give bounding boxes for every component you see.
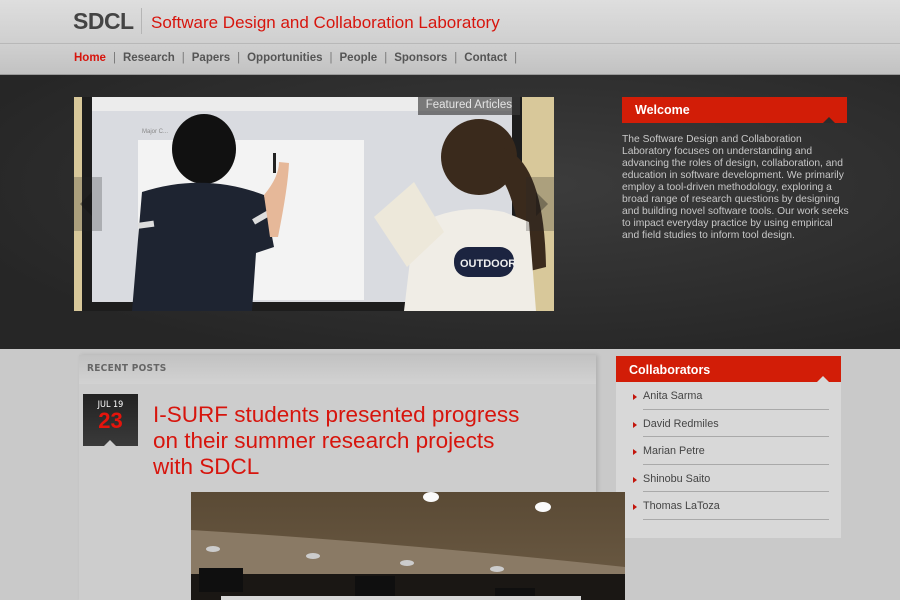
featured-band: Major C... OUTDOOR Featured Articles Wel…	[0, 75, 900, 349]
collaborator-name[interactable]: Shinobu Saito	[643, 473, 710, 485]
nav-separator: |	[329, 52, 333, 64]
chevron-right-icon	[536, 192, 548, 216]
divider	[643, 518, 829, 520]
post-day: 23	[98, 408, 123, 433]
post-date-badge: JUL 19 23	[83, 394, 138, 446]
nav-link-contact[interactable]: Contact	[464, 52, 507, 64]
collaborator-item[interactable]: Thomas LaToza	[632, 492, 829, 520]
site-logo[interactable]: SDCL	[73, 8, 134, 35]
collaborators-list: Anita Sarma David Redmiles Marian Petre Shi…	[616, 382, 841, 520]
svg-text:Major C...: Major C...	[142, 129, 168, 135]
collaborator-name[interactable]: Anita Sarma	[643, 390, 702, 402]
collaborator-item[interactable]: Marian Petre	[632, 437, 829, 465]
nav-link-home[interactable]: Home	[74, 52, 106, 64]
nav-item-home: Home |	[74, 52, 123, 64]
nav-link-research[interactable]: Research	[123, 52, 175, 64]
collaborator-name[interactable]: Marian Petre	[643, 445, 705, 457]
collaborator-item[interactable]: David Redmiles	[632, 410, 829, 437]
site-title[interactable]: Software Design and Collaboration Labora…	[151, 13, 500, 33]
collaborators-widget: Collaborators Anita Sarma David Redmiles M…	[616, 356, 841, 538]
nav-separator: |	[112, 52, 116, 64]
welcome-title: Welcome	[622, 97, 847, 123]
logo-divider	[141, 8, 142, 34]
nav-item-papers: Papers |	[192, 52, 247, 64]
post-photo[interactable]	[191, 492, 625, 600]
nav-item-sponsors: Sponsors |	[394, 52, 464, 64]
nav-separator: |	[237, 52, 241, 64]
svg-text:OUTDOOR: OUTDOOR	[460, 258, 516, 270]
post-title-link[interactable]: I-SURF students presented progress on th…	[153, 402, 533, 480]
nav-link-papers[interactable]: Papers	[192, 52, 230, 64]
nav-item-opportunities: Opportunities |	[247, 52, 339, 64]
site-header: SDCL Software Design and Collaboration L…	[0, 0, 900, 44]
post-image[interactable]	[191, 492, 625, 600]
collaborator-item[interactable]: Shinobu Saito	[632, 465, 829, 492]
welcome-text: The Software Design and Collaboration La…	[622, 134, 849, 241]
nav-separator: |	[514, 52, 518, 64]
welcome-widget: Welcome The Software Design and Collabor…	[622, 97, 849, 242]
collaborator-name[interactable]: David Redmiles	[643, 418, 719, 430]
nav-item-research: Research |	[123, 52, 192, 64]
featured-slide-image[interactable]: Major C... OUTDOOR	[74, 97, 554, 311]
featured-articles-label: Featured Articles	[417, 97, 520, 115]
recent-posts-heading: RECENT POSTS	[79, 355, 596, 384]
collaborator-item[interactable]: Anita Sarma	[632, 382, 829, 410]
featured-slider[interactable]: Major C... OUTDOOR Featured Articles	[74, 97, 554, 311]
collaborators-title: Collaborators	[616, 356, 841, 382]
nav-link-people[interactable]: People	[340, 52, 378, 64]
nav-item-people: People |	[340, 52, 395, 64]
slider-prev-button[interactable]	[74, 177, 102, 231]
main-nav: Home | Research | Papers | Opportunities | Peopl…	[0, 44, 900, 75]
nav-list: Home | Research | Papers | Opportunities | Peopl…	[74, 52, 524, 64]
collaborator-name[interactable]: Thomas LaToza	[643, 500, 720, 512]
slider-next-button[interactable]	[526, 177, 554, 231]
nav-link-opportunities[interactable]: Opportunities	[247, 52, 322, 64]
nav-separator: |	[454, 52, 458, 64]
nav-separator: |	[181, 52, 185, 64]
nav-item-contact: Contact |	[464, 52, 524, 64]
chevron-left-icon	[80, 192, 92, 216]
nav-separator: |	[384, 52, 388, 64]
nav-link-sponsors[interactable]: Sponsors	[394, 52, 447, 64]
